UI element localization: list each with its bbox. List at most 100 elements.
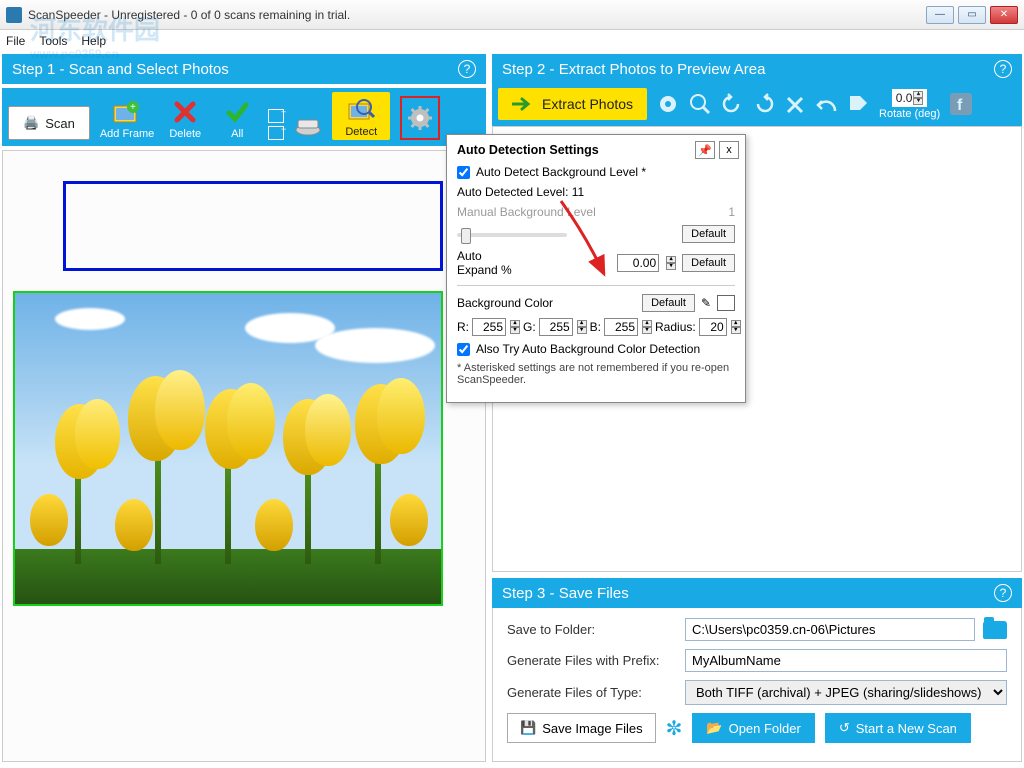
- maximize-button[interactable]: ▭: [958, 6, 986, 24]
- step3-header: Step 3 - Save Files ?: [492, 578, 1022, 608]
- tag-icon[interactable]: [847, 93, 869, 120]
- auto-detect-checkbox[interactable]: [457, 166, 470, 179]
- save-settings-icon[interactable]: ✼: [666, 716, 683, 741]
- delete-label: Delete: [169, 128, 201, 140]
- expand-label-a: Auto: [457, 249, 512, 263]
- svg-text:+: +: [130, 102, 136, 113]
- bgcolor-default-button[interactable]: Default: [642, 294, 695, 312]
- folder-open-icon: 📂: [706, 720, 722, 736]
- extract-settings-icon[interactable]: [657, 93, 679, 120]
- filetype-label: Generate Files of Type:: [507, 685, 677, 700]
- expand-input[interactable]: [617, 254, 659, 272]
- step1-toolbar: 🖨️ Scan + Add Frame Delete All: [2, 88, 486, 146]
- eyedropper-icon[interactable]: ✎: [701, 296, 711, 310]
- popup-close-button[interactable]: x: [719, 141, 739, 159]
- bgcolor-swatch[interactable]: [717, 295, 735, 311]
- detect-icon: [347, 96, 375, 124]
- manual-level-label: Manual Background Level: [457, 205, 596, 219]
- save-icon: 💾: [520, 720, 536, 736]
- shrink-icon[interactable]: −: [268, 126, 284, 140]
- detect-settings-button[interactable]: [400, 96, 440, 140]
- scan-canvas[interactable]: [2, 150, 486, 762]
- r-label: R:: [457, 320, 469, 334]
- zoom-icon[interactable]: [689, 93, 711, 120]
- filetype-select[interactable]: Both TIFF (archival) + JPEG (sharing/sli…: [685, 680, 1007, 705]
- step1-help-icon[interactable]: ?: [458, 60, 476, 78]
- r-input[interactable]: [472, 318, 506, 336]
- svg-text:f: f: [957, 97, 963, 114]
- facebook-icon[interactable]: f: [950, 93, 972, 120]
- delete-preview-icon[interactable]: [785, 95, 805, 120]
- expand-label-b: Expand %: [457, 263, 512, 277]
- all-button[interactable]: All: [216, 98, 258, 140]
- radius-input[interactable]: [699, 318, 727, 336]
- start-new-scan-button[interactable]: ↺ Start a New Scan: [825, 713, 971, 743]
- app-icon: [6, 7, 22, 23]
- add-frame-icon: +: [113, 98, 141, 126]
- delete-icon: [171, 98, 199, 126]
- refresh-icon: ↺: [839, 720, 850, 736]
- gear-icon: [408, 106, 432, 130]
- close-button[interactable]: ✕: [990, 6, 1018, 24]
- step3-help-icon[interactable]: ?: [994, 584, 1012, 602]
- step3-title: Step 3 - Save Files: [502, 585, 629, 602]
- menu-file[interactable]: File: [6, 34, 25, 48]
- popup-note: * Asterisked settings are not remembered…: [457, 362, 735, 386]
- g-label: G:: [523, 320, 536, 334]
- manual-level-slider[interactable]: [457, 233, 567, 237]
- rotate-value-input[interactable]: 0.0▴▾: [892, 89, 928, 107]
- b-input[interactable]: [604, 318, 638, 336]
- undo-icon[interactable]: [815, 97, 837, 120]
- minimize-button[interactable]: —: [926, 6, 954, 24]
- bgcolor-label: Background Color: [457, 296, 553, 310]
- prefix-label: Generate Files with Prefix:: [507, 653, 677, 668]
- scanner-select-button[interactable]: [294, 112, 322, 140]
- manual-default-button[interactable]: Default: [682, 225, 735, 243]
- popup-title: Auto Detection Settings: [457, 143, 735, 157]
- step1-title: Step 1 - Scan and Select Photos: [12, 61, 229, 78]
- menu-tools[interactable]: Tools: [39, 34, 67, 48]
- detect-button[interactable]: Detect: [332, 92, 390, 140]
- detected-level-text: Auto Detected Level: 11: [457, 185, 584, 199]
- menu-help[interactable]: Help: [81, 34, 106, 48]
- b-label: B:: [590, 320, 601, 334]
- also-try-label: Also Try Auto Background Color Detection: [476, 342, 700, 356]
- all-icon: [223, 98, 251, 126]
- add-frame-label: Add Frame: [100, 128, 154, 140]
- prefix-input[interactable]: [685, 649, 1007, 672]
- window-title: ScanSpeeder - Unregistered - 0 of 0 scan…: [28, 8, 350, 22]
- delete-button[interactable]: Delete: [164, 98, 206, 140]
- step2-header: Step 2 - Extract Photos to Preview Area …: [492, 54, 1022, 84]
- detected-photo[interactable]: [13, 291, 443, 606]
- rotate-right-icon[interactable]: [753, 93, 775, 120]
- extract-photos-button[interactable]: Extract Photos: [498, 88, 647, 120]
- browse-folder-button[interactable]: [983, 621, 1007, 639]
- extract-label: Extract Photos: [542, 96, 633, 112]
- window-titlebar: ScanSpeeder - Unregistered - 0 of 0 scan…: [0, 0, 1024, 30]
- expand-default-button[interactable]: Default: [682, 254, 735, 272]
- g-input[interactable]: [539, 318, 573, 336]
- manual-level-value: 1: [728, 205, 735, 219]
- scanner-device-icon: [294, 112, 322, 140]
- open-folder-button[interactable]: 📂 Open Folder: [692, 713, 814, 743]
- scanner-icon: 🖨️: [23, 115, 39, 131]
- radius-label: Radius:: [655, 320, 696, 334]
- save-to-label: Save to Folder:: [507, 622, 677, 637]
- save-folder-input[interactable]: [685, 618, 975, 641]
- step1-header: Step 1 - Scan and Select Photos ?: [2, 54, 486, 84]
- menubar: File Tools Help: [0, 30, 1024, 52]
- also-try-checkbox[interactable]: [457, 343, 470, 356]
- step3-panel: Step 3 - Save Files ? Save to Folder: Ge…: [492, 578, 1022, 762]
- save-image-files-button[interactable]: 💾 Save Image Files: [507, 713, 656, 743]
- pin-button[interactable]: 📌: [695, 141, 715, 159]
- all-label: All: [231, 128, 243, 140]
- selection-frame[interactable]: [63, 181, 443, 271]
- rotate-left-icon[interactable]: [721, 93, 743, 120]
- rotate-label: Rotate (deg): [879, 108, 940, 120]
- scan-button[interactable]: 🖨️ Scan: [8, 106, 90, 140]
- add-frame-button[interactable]: + Add Frame: [100, 98, 154, 140]
- step2-help-icon[interactable]: ?: [994, 60, 1012, 78]
- auto-detection-settings-popup: 📌 x Auto Detection Settings Auto Detect …: [446, 134, 746, 403]
- expand-icon[interactable]: +: [268, 109, 284, 123]
- detect-label: Detect: [345, 126, 377, 138]
